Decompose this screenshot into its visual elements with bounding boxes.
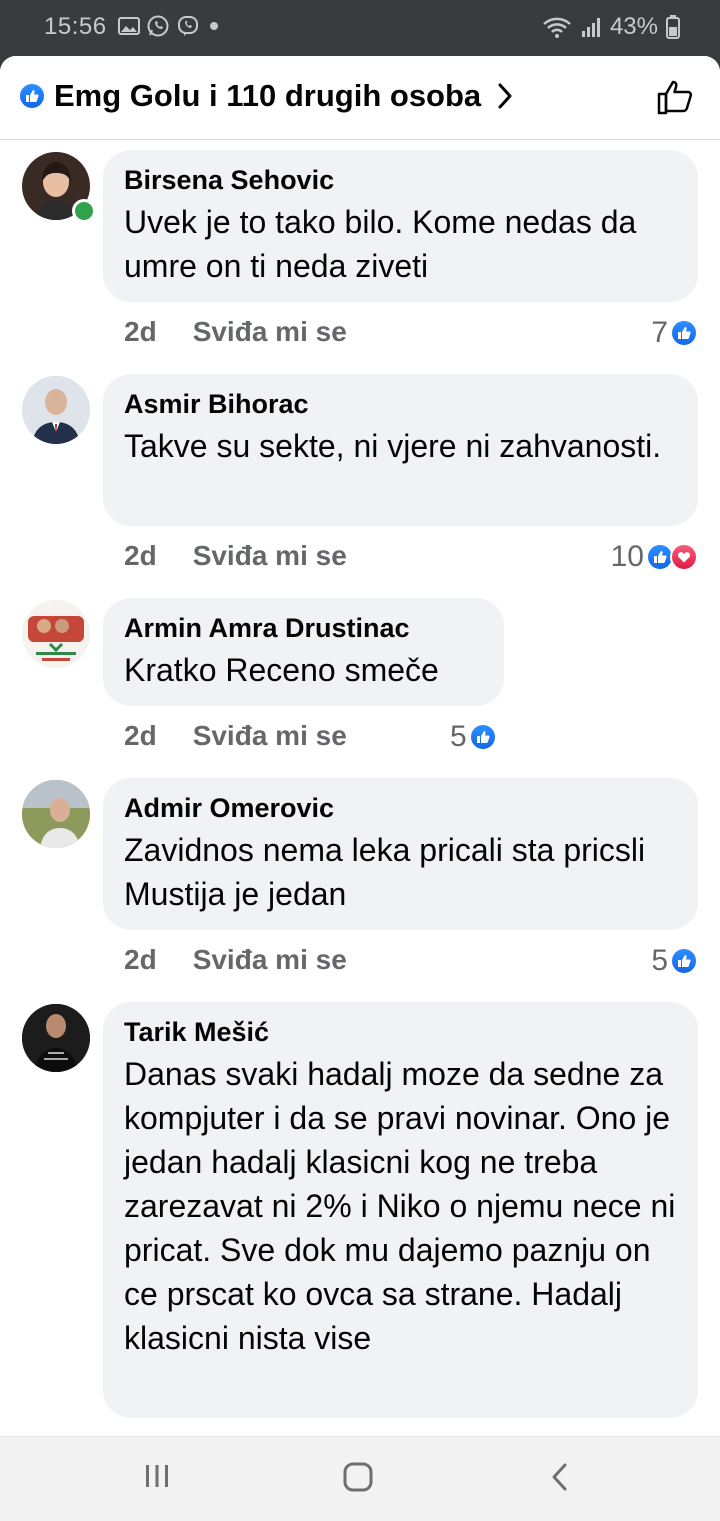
comment-author[interactable]: Asmir Bihorac bbox=[124, 388, 676, 420]
whatsapp-icon bbox=[146, 14, 170, 38]
status-bar: 15:56 43% bbox=[0, 0, 720, 56]
notification-icons bbox=[118, 14, 222, 38]
comment-time[interactable]: 2d bbox=[124, 720, 157, 752]
comment-text: Kratko Receno smeče bbox=[124, 652, 439, 688]
comment-bubble[interactable]: Birsena Sehovic Uvek je to tako bilo. Ko… bbox=[103, 150, 698, 302]
reactors-summary[interactable]: Emg Golu i 110 drugih osoba bbox=[18, 78, 513, 114]
comment-author[interactable]: Tarik Mešić bbox=[124, 1016, 676, 1048]
comment-time[interactable]: 2d bbox=[124, 944, 157, 976]
comment-author[interactable]: Armin Amra Drustinac bbox=[124, 612, 482, 644]
reaction-count[interactable]: 7 bbox=[651, 316, 698, 350]
like-button[interactable]: Sviđa mi se bbox=[193, 944, 347, 976]
online-status-indicator bbox=[72, 199, 96, 223]
reaction-count-number: 7 bbox=[651, 316, 668, 349]
comment-text: Uvek je to tako bilo. Kome nedas da umre… bbox=[124, 204, 637, 284]
comment-time[interactable]: 2d bbox=[124, 540, 157, 572]
chevron-right-icon bbox=[497, 82, 513, 110]
reaction-count[interactable]: 5 bbox=[450, 720, 497, 754]
reactors-label: Emg Golu i 110 drugih osoba bbox=[54, 78, 482, 113]
reaction-count-number: 10 bbox=[610, 540, 644, 573]
reaction-count-number: 5 bbox=[450, 720, 467, 753]
thumbs-up-icon[interactable] bbox=[656, 78, 694, 121]
like-button[interactable]: Sviđa mi se bbox=[193, 720, 347, 752]
avatar[interactable] bbox=[22, 376, 90, 444]
like-reaction-icon bbox=[670, 947, 698, 975]
reaction-count[interactable]: 10 bbox=[611, 540, 698, 574]
comment-actions: 2d Sviđa mi se bbox=[124, 540, 347, 572]
like-button[interactable]: Sviđa mi se bbox=[193, 316, 347, 348]
comment-actions: 2d Sviđa mi se bbox=[124, 316, 347, 348]
reaction-count-number: 5 bbox=[651, 944, 668, 977]
avatar[interactable] bbox=[22, 600, 90, 668]
system-nav-bar bbox=[0, 1436, 720, 1521]
comment-bubble[interactable]: Armin Amra Drustinac Kratko Receno smeče bbox=[103, 598, 504, 706]
reactions-header: Emg Golu i 110 drugih osoba bbox=[0, 56, 720, 140]
comments-sheet: Emg Golu i 110 drugih osoba Birsena Seho… bbox=[0, 56, 720, 1436]
avatar[interactable] bbox=[22, 780, 90, 848]
comment-bubble[interactable]: Asmir Bihorac Takve su sekte, ni vjere n… bbox=[103, 374, 698, 526]
comment-bubble[interactable]: Tarik Mešić Danas svaki hadalj moze da s… bbox=[103, 1002, 698, 1418]
like-reaction-icon bbox=[468, 723, 497, 751]
comment-text: Takve su sekte, ni vjere ni zahvanosti. bbox=[124, 428, 662, 464]
like-reaction-icon bbox=[670, 319, 698, 347]
system-icons: 43% bbox=[542, 13, 680, 41]
battery-icon bbox=[666, 15, 680, 39]
battery-percentage: 43% bbox=[609, 13, 658, 40]
comment-time[interactable]: 2d bbox=[124, 316, 157, 348]
comment-author[interactable]: Birsena Sehovic bbox=[124, 164, 676, 196]
avatar[interactable] bbox=[22, 1004, 90, 1072]
back-icon[interactable] bbox=[548, 1461, 572, 1493]
comment-text: Zavidnos nema leka pricali sta pricsli M… bbox=[124, 832, 646, 912]
comment-actions: 2d Sviđa mi se bbox=[124, 944, 347, 976]
comment-text: Danas svaki hadalj moze da sedne za komp… bbox=[124, 1056, 676, 1356]
like-button[interactable]: Sviđa mi se bbox=[193, 540, 347, 572]
reaction-count[interactable]: 5 bbox=[651, 944, 698, 978]
dot-icon bbox=[206, 18, 222, 34]
status-time: 15:56 bbox=[44, 13, 107, 40]
comment-author[interactable]: Admir Omerovic bbox=[124, 792, 676, 824]
gallery-icon bbox=[118, 16, 140, 36]
love-reaction-icon bbox=[670, 543, 698, 571]
recent-apps-icon[interactable] bbox=[142, 1461, 172, 1491]
viber-icon bbox=[176, 14, 200, 38]
home-icon[interactable] bbox=[342, 1461, 374, 1493]
comment-actions: 2d Sviđa mi se bbox=[124, 720, 347, 752]
comment-bubble[interactable]: Admir Omerovic Zavidnos nema leka prical… bbox=[103, 778, 698, 930]
like-reaction-icon bbox=[18, 82, 46, 110]
signal-icon bbox=[580, 16, 602, 38]
wifi-icon bbox=[542, 15, 572, 39]
